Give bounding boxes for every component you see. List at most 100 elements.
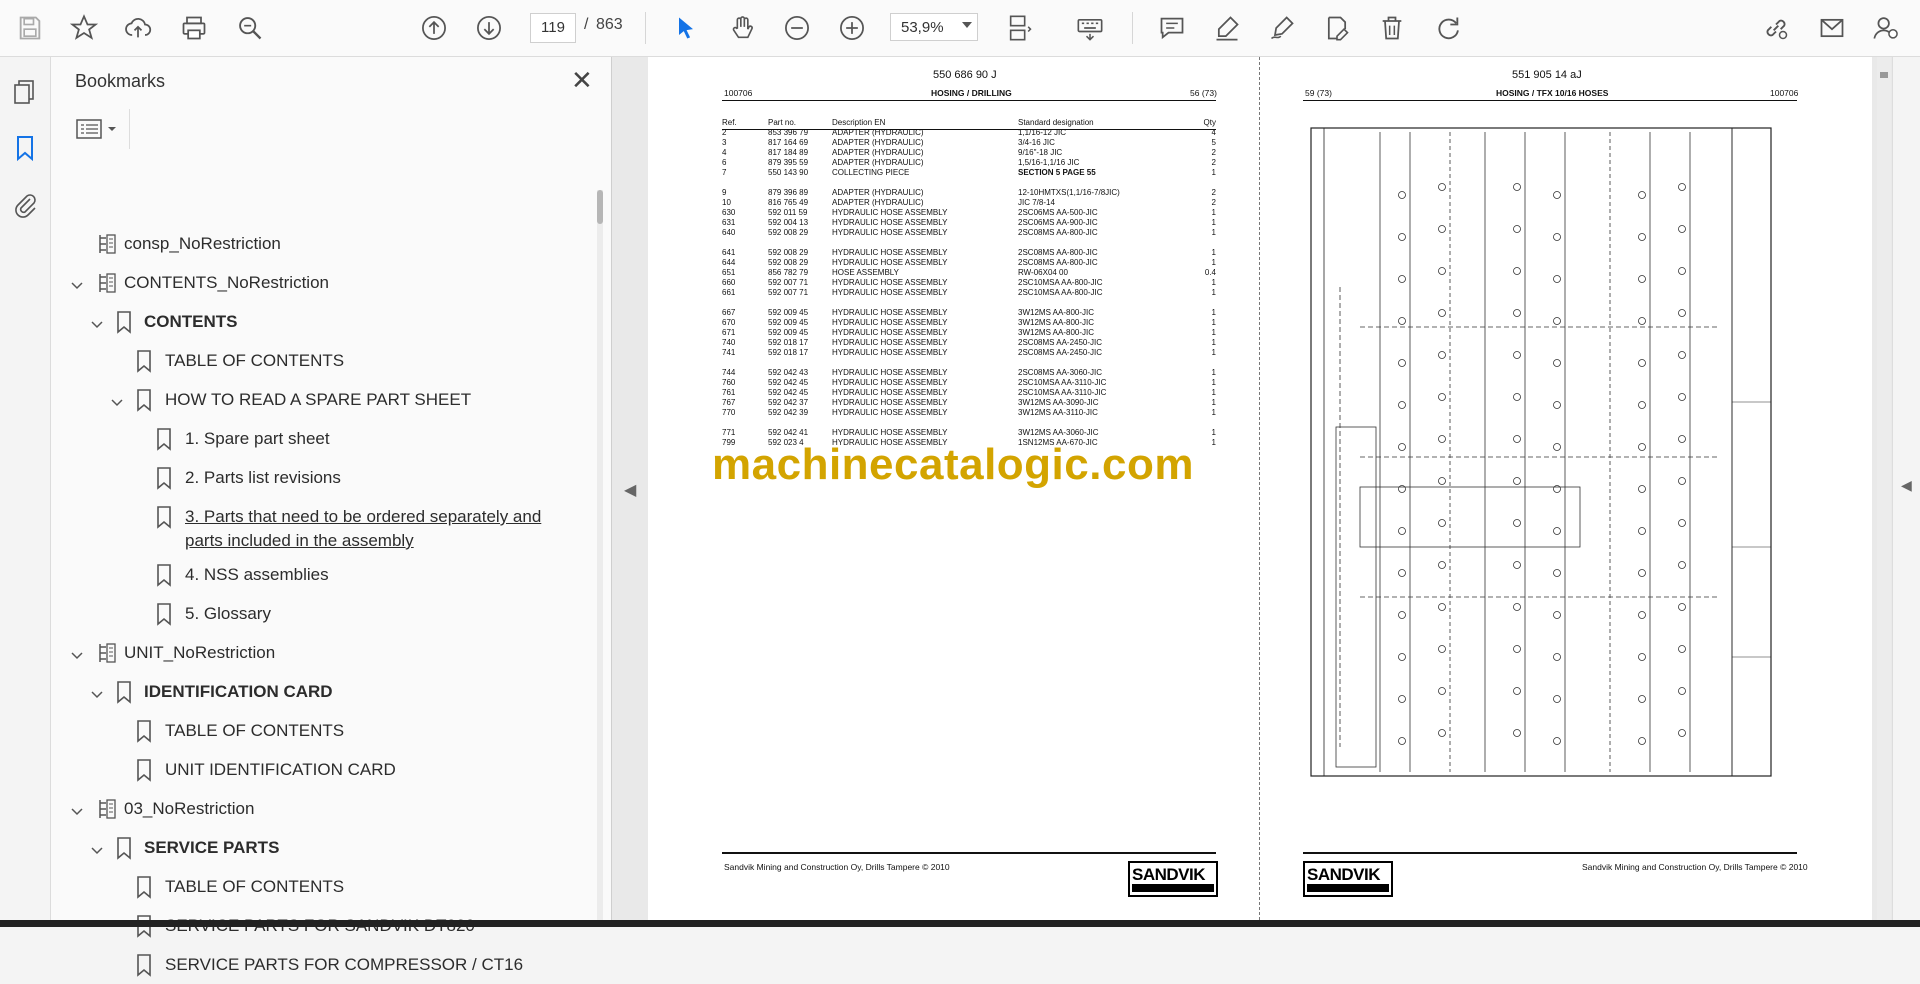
upload-icon[interactable]	[122, 12, 154, 44]
chevron-down-icon[interactable]	[71, 645, 83, 660]
star-icon[interactable]	[68, 12, 100, 44]
schematic-connector	[1398, 569, 1406, 577]
page-number-input[interactable]: 119	[530, 13, 576, 43]
document-scrollbar[interactable]	[1877, 57, 1891, 920]
table-cell: JIC 7/8-14	[1018, 198, 1055, 207]
bookmarks-scrollbar[interactable]	[597, 190, 603, 920]
table-row: 631 592 004 13 HYDRAULIC HOSE ASSEMBLY 2SC0…	[722, 218, 1216, 228]
table-cell: 1	[1211, 388, 1216, 397]
schematic-connector	[1513, 183, 1521, 191]
chevron-down-icon[interactable]	[91, 840, 103, 855]
edit-pdf-icon[interactable]	[1321, 12, 1353, 44]
expand-right-panel-icon[interactable]: ◀	[1901, 477, 1912, 494]
bookmark-item[interactable]: UNIT IDENTIFICATION CARD	[51, 758, 591, 788]
bookmark-item[interactable]: SERVICE PARTS FOR SANDVIK DT820	[51, 914, 591, 944]
delete-icon[interactable]	[1376, 12, 1408, 44]
schematic-connector	[1438, 351, 1446, 359]
table-cell: HYDRAULIC HOSE ASSEMBLY	[832, 338, 948, 347]
table-cell: 641	[722, 248, 736, 257]
zoom-in-icon[interactable]	[836, 12, 868, 44]
table-row: 741 592 018 17 HYDRAULIC HOSE ASSEMBLY 2SC0…	[722, 348, 1216, 358]
hand-icon[interactable]	[726, 12, 758, 44]
search-icon[interactable]	[234, 12, 266, 44]
bookmark-item[interactable]: 03_NoRestriction	[51, 797, 591, 827]
print-icon[interactable]	[178, 12, 210, 44]
bookmark-item[interactable]: SERVICE PARTS FOR COMPRESSOR / CT16	[51, 953, 591, 983]
collapse-left-panel-icon[interactable]: ◀	[624, 480, 636, 500]
bookmark-item[interactable]: consp_NoRestriction	[51, 232, 591, 262]
hose-schematic-diagram	[1310, 127, 1772, 777]
comment-icon[interactable]	[1156, 12, 1188, 44]
chevron-down-icon[interactable]	[962, 22, 972, 28]
bookmark-item[interactable]: 2. Parts list revisions	[51, 466, 591, 496]
tagged-content-icon	[96, 797, 118, 821]
table-cell: HYDRAULIC HOSE ASSEMBLY	[832, 278, 948, 287]
share-link-icon[interactable]	[1760, 12, 1792, 44]
pages-thumbnails-icon[interactable]	[10, 77, 40, 107]
footer-rule	[1303, 852, 1797, 854]
table-cell: HYDRAULIC HOSE ASSEMBLY	[832, 228, 948, 237]
redo-icon[interactable]	[1432, 12, 1464, 44]
attachment-icon[interactable]	[10, 191, 40, 221]
table-cell: 1,5/16-1,1/16 JIC	[1018, 158, 1080, 167]
chevron-down-icon[interactable]	[71, 275, 83, 290]
chevron-down-icon[interactable]	[71, 801, 83, 816]
schematic-connector	[1438, 645, 1446, 653]
table-row: 3 817 164 69 ADAPTER (HYDRAULIC) 3/4-16 JIC…	[722, 138, 1216, 148]
bookmark-item[interactable]: TABLE OF CONTENTS	[51, 719, 591, 749]
chevron-down-icon[interactable]	[91, 684, 103, 699]
document-scroll-thumb[interactable]	[1880, 72, 1888, 78]
table-cell: 2SC08MS AA-800-JIC	[1018, 228, 1098, 237]
bookmark-options-button[interactable]	[75, 115, 123, 143]
bookmarks-scroll-thumb[interactable]	[597, 190, 603, 224]
bookmark-label: IDENTIFICATION CARD	[144, 682, 333, 701]
bookmark-item[interactable]: TABLE OF CONTENTS	[51, 875, 591, 905]
bookmark-item[interactable]: CONTENTS	[51, 310, 591, 340]
keyboard-icon[interactable]	[1074, 12, 1106, 44]
page-layout-icon[interactable]	[1004, 12, 1036, 44]
table-cell	[832, 178, 1018, 188]
tagged-content-icon	[96, 641, 118, 665]
schematic-connector	[1553, 695, 1561, 703]
bookmark-icon[interactable]	[10, 133, 40, 163]
bookmark-item[interactable]: TABLE OF CONTENTS	[51, 349, 591, 379]
bookmark-label: consp_NoRestriction	[124, 234, 281, 253]
arrow-up-icon[interactable]	[418, 12, 450, 44]
bookmark-label: 03_NoRestriction	[124, 799, 255, 818]
bookmark-item[interactable]: 4. NSS assemblies	[51, 563, 591, 593]
bookmark-item[interactable]: HOW TO READ A SPARE PART SHEET	[51, 388, 591, 418]
table-cell	[1018, 178, 1188, 188]
select-cursor-icon[interactable]	[670, 12, 702, 44]
header-rule	[722, 100, 1216, 101]
table-cell	[768, 178, 832, 188]
table-row: 630 592 011 59 HYDRAULIC HOSE ASSEMBLY 2SC0…	[722, 208, 1216, 218]
table-cell: 2SC10MSA AA-800-JIC	[1018, 278, 1103, 287]
bookmark-item[interactable]: 5. Glossary	[51, 602, 591, 632]
bookmark-item[interactable]: 1. Spare part sheet	[51, 427, 591, 457]
chevron-down-icon[interactable]	[111, 392, 123, 407]
email-icon[interactable]	[1816, 12, 1848, 44]
table-cell: HOSE ASSEMBLY	[832, 268, 899, 277]
zoom-out-icon[interactable]	[781, 12, 813, 44]
bookmark-item[interactable]: SERVICE PARTS	[51, 836, 591, 866]
arrow-down-icon[interactable]	[473, 12, 505, 44]
table-cell	[832, 418, 1018, 428]
sign-icon[interactable]	[1266, 12, 1298, 44]
save-icon[interactable]	[14, 12, 46, 44]
table-cell: 770	[722, 408, 736, 417]
bookmark-item-selected[interactable]: 3. Parts that need to be ordered separat…	[51, 505, 591, 559]
table-cell: 592 042 45	[768, 378, 809, 387]
bookmark-item[interactable]: CONTENTS_NoRestriction	[51, 271, 591, 301]
highlight-icon[interactable]	[1211, 12, 1243, 44]
right-panel-collapsed: ◀	[1892, 57, 1920, 920]
table-row: 9 879 396 89 ADAPTER (HYDRAULIC) 12-10HMTXS…	[722, 188, 1216, 198]
chevron-down-icon[interactable]	[91, 314, 103, 329]
schematic-connector	[1678, 351, 1686, 359]
table-cell: 2SC06MS AA-900-JIC	[1018, 218, 1098, 227]
bookmark-item[interactable]: UNIT_NoRestriction	[51, 641, 591, 671]
bookmark-item[interactable]: IDENTIFICATION CARD	[51, 680, 591, 710]
close-icon[interactable]: ✕	[571, 67, 593, 93]
table-header-rule	[722, 129, 1216, 130]
bookmark-label: 5. Glossary	[185, 604, 271, 623]
account-icon[interactable]	[1870, 12, 1902, 44]
